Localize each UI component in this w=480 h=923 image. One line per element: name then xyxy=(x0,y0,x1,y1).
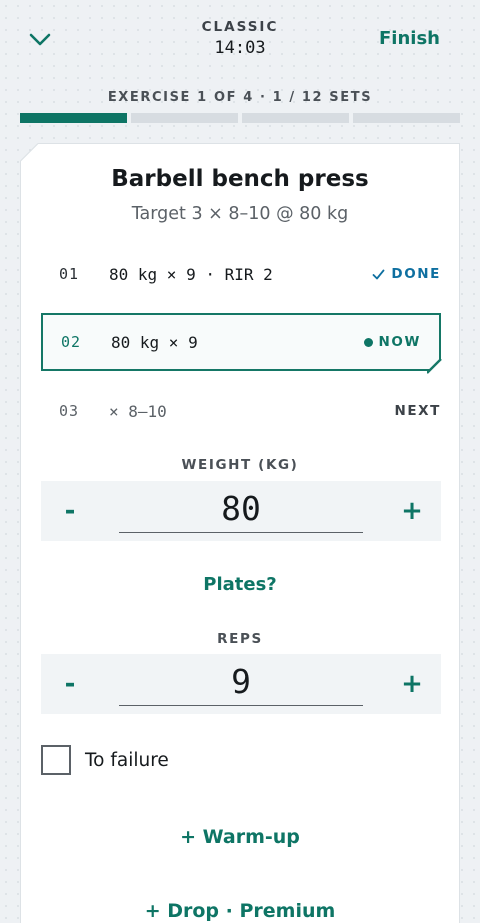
set-number: 01 xyxy=(59,265,80,283)
reps-increment-button[interactable]: + xyxy=(383,654,441,714)
set-row-2-current[interactable]: 02 80 kg × 9 NOW xyxy=(41,313,441,371)
plates-button[interactable]: Plates? xyxy=(21,574,459,595)
set-description: × 8–10 xyxy=(109,401,167,421)
set-row-3[interactable]: 03 × 8–10 NEXT xyxy=(21,382,460,440)
progress-bar xyxy=(20,113,460,123)
progress-segment xyxy=(353,113,460,123)
top-bar: CLASSIC 14:03 Finish xyxy=(0,0,480,80)
finish-button[interactable]: Finish xyxy=(379,28,440,49)
weight-stepper: - 80 + xyxy=(41,481,441,541)
set-number: 02 xyxy=(61,333,82,351)
weight-decrement-button[interactable]: - xyxy=(41,481,99,541)
weight-increment-button[interactable]: + xyxy=(383,481,441,541)
reps-input[interactable]: 9 xyxy=(119,662,363,706)
reps-label: REPS xyxy=(217,631,263,647)
add-warmup-button[interactable]: + Warm-up xyxy=(21,826,459,848)
to-failure-checkbox[interactable] xyxy=(41,745,71,775)
set-description: 80 kg × 9 · RIR 2 xyxy=(109,264,273,284)
exercise-card: Barbell bench press Target 3 × 8–10 @ 80… xyxy=(20,143,460,923)
progress-segment xyxy=(131,113,238,123)
weight-input[interactable]: 80 xyxy=(119,489,363,533)
weight-label: WEIGHT (KG) xyxy=(181,457,299,473)
check-icon xyxy=(372,269,385,279)
set-status-label: DONE xyxy=(391,266,441,282)
progress-segment xyxy=(20,113,127,123)
exercise-title: Barbell bench press xyxy=(111,166,369,192)
set-description: 80 kg × 9 xyxy=(111,332,198,352)
set-number: 03 xyxy=(59,402,80,420)
reps-decrement-button[interactable]: - xyxy=(41,654,99,714)
dot-icon xyxy=(364,338,373,347)
set-status-next: NEXT xyxy=(394,403,441,419)
set-row-1[interactable]: 01 80 kg × 9 · RIR 2 DONE xyxy=(21,245,460,303)
to-failure-toggle[interactable]: To failure xyxy=(41,745,169,775)
progress-segment xyxy=(242,113,349,123)
to-failure-label: To failure xyxy=(85,749,169,771)
set-status-label: NOW xyxy=(378,334,421,350)
set-status-done: DONE xyxy=(372,266,441,282)
reps-stepper: - 9 + xyxy=(41,654,441,714)
set-status-now: NOW xyxy=(364,334,421,350)
progress-label: EXERCISE 1 OF 4 · 1 / 12 SETS xyxy=(107,90,373,105)
exercise-target: Target 3 × 8–10 @ 80 kg xyxy=(131,204,349,224)
add-drop-set-button[interactable]: + Drop · Premium xyxy=(21,900,459,922)
